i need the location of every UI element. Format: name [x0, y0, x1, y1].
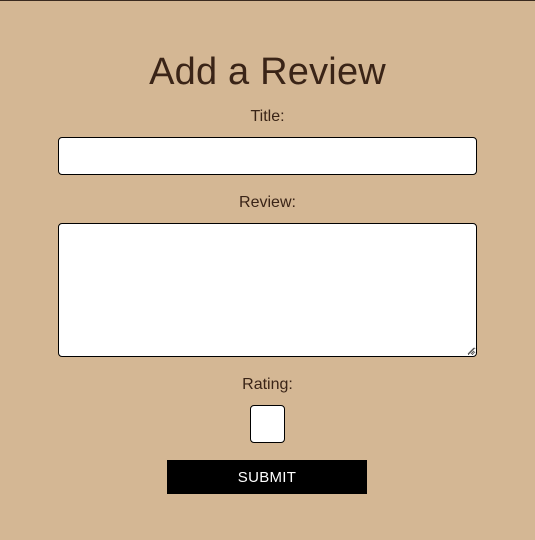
- review-label: Review:: [239, 194, 296, 211]
- title-label: Title:: [250, 108, 285, 125]
- submit-button[interactable]: SUBMIT: [167, 460, 367, 494]
- review-textarea[interactable]: [58, 223, 477, 357]
- add-review-page: Add a Review Title: Review: Rating: SUBM…: [0, 1, 535, 540]
- rating-input[interactable]: [250, 405, 285, 443]
- title-input[interactable]: [58, 137, 477, 175]
- rating-label: Rating:: [242, 376, 293, 393]
- page-title: Add a Review: [149, 51, 386, 93]
